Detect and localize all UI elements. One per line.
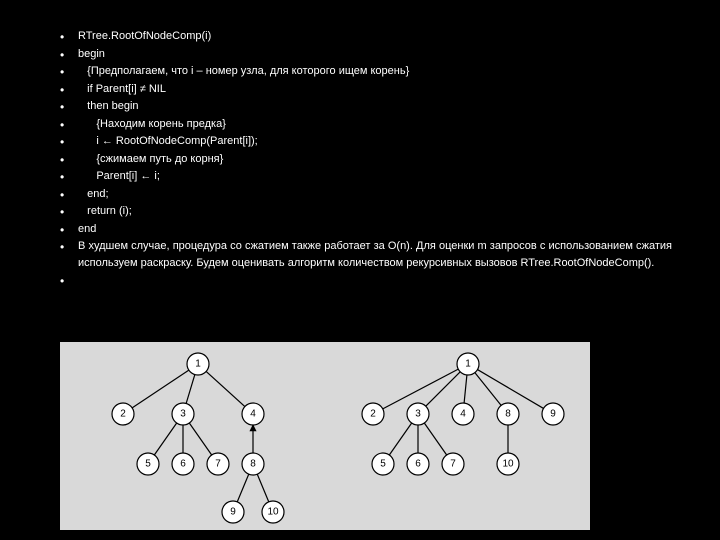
bullet-list: RTree.RootOfNodeComp(i) begin {Предполаг…: [60, 28, 672, 540]
code-line: if Parent[i] ≠ NIL: [60, 81, 672, 98]
tree-right: 1 2 3 4 8 9 5 6 7 10: [333, 342, 583, 530]
svg-text:4: 4: [460, 409, 466, 420]
code-line: i ← RootOfNodeComp(Parent[i]);: [60, 133, 672, 150]
svg-text:6: 6: [415, 459, 421, 470]
code-line: end: [60, 221, 672, 238]
code-line: return (i);: [60, 203, 672, 220]
svg-text:6: 6: [180, 459, 186, 470]
svg-text:9: 9: [230, 507, 236, 518]
svg-text:5: 5: [145, 459, 151, 470]
code-line: RTree.RootOfNodeComp(i): [60, 28, 672, 45]
svg-text:9: 9: [550, 409, 556, 420]
svg-text:8: 8: [505, 409, 511, 420]
code-line: Parent[i] ← i;: [60, 168, 672, 185]
svg-text:1: 1: [195, 359, 201, 370]
svg-text:8: 8: [250, 459, 256, 470]
svg-text:2: 2: [120, 409, 126, 420]
svg-text:1: 1: [465, 359, 471, 370]
code-line: then begin: [60, 98, 672, 115]
svg-text:10: 10: [267, 507, 279, 518]
explanation-paragraph: В худшем случае, процедура со сжатием та…: [60, 238, 672, 271]
code-line: {сжимаем путь до корня}: [60, 151, 672, 168]
figure-bullet: 1 2 3 4 5 6 7 8 9 10 1 2 3 4 8 9 5 6 7 10: [60, 272, 672, 540]
code-line: end;: [60, 186, 672, 203]
svg-text:5: 5: [380, 459, 386, 470]
svg-text:2: 2: [370, 409, 376, 420]
svg-text:4: 4: [250, 409, 256, 420]
tree-diagram-panel: 1 2 3 4 5 6 7 8 9 10 1 2 3 4 8 9 5 6 7 10: [60, 342, 590, 530]
svg-text:10: 10: [502, 459, 514, 470]
tree-left: 1 2 3 4 5 6 7 8 9 10: [68, 342, 318, 530]
svg-text:3: 3: [180, 409, 186, 420]
svg-text:3: 3: [415, 409, 421, 420]
code-line: {Предполагаем, что i – номер узла, для к…: [60, 63, 672, 80]
svg-text:7: 7: [215, 459, 221, 470]
code-line: {Находим корень предка}: [60, 116, 672, 133]
svg-text:7: 7: [450, 459, 456, 470]
code-line: begin: [60, 46, 672, 63]
slide: RTree.RootOfNodeComp(i) begin {Предполаг…: [0, 0, 720, 540]
